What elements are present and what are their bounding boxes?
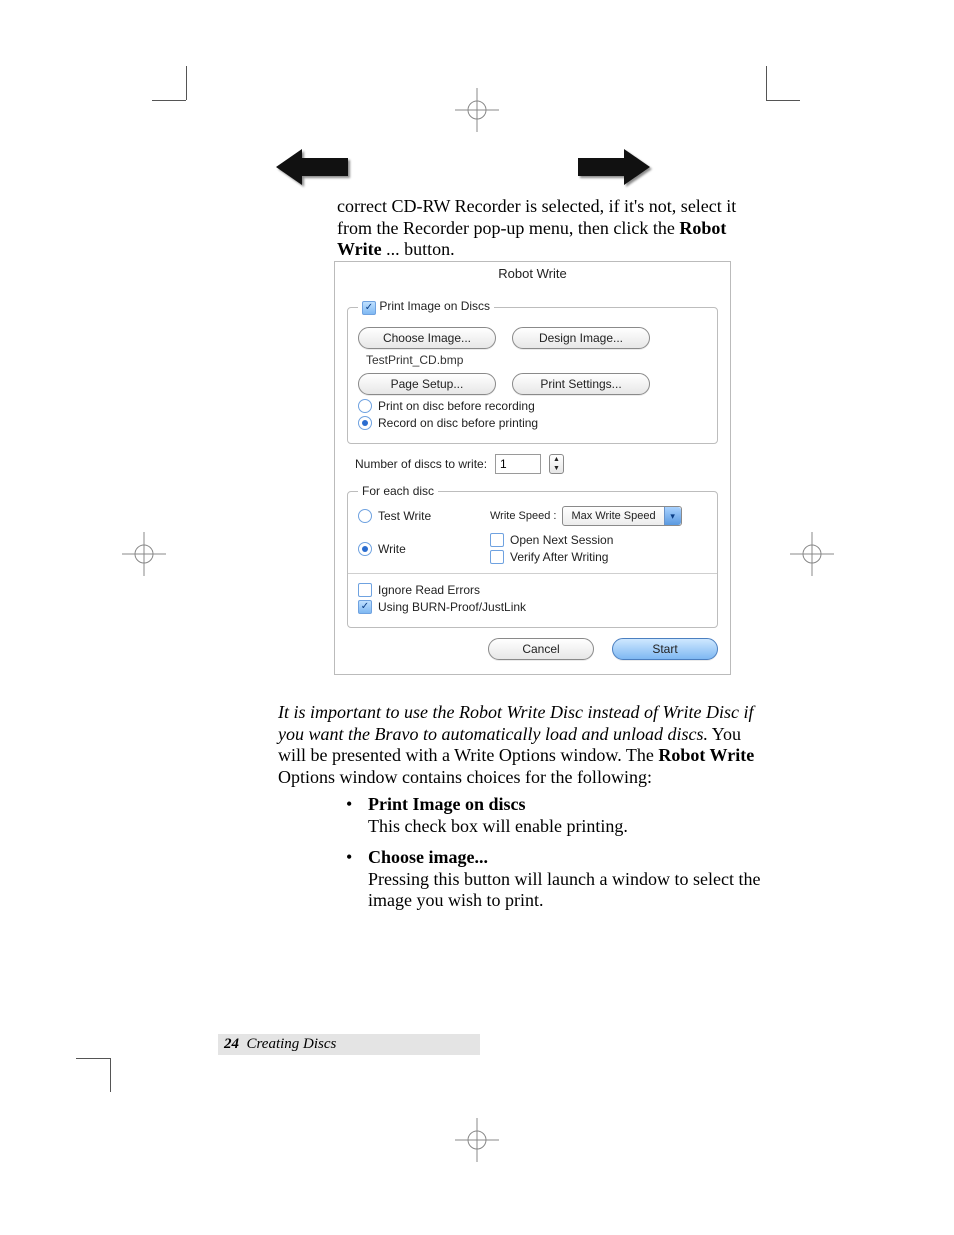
note-italic: It is important to use the Robot Write D…: [278, 702, 753, 744]
verify-after-checkbox[interactable]: Verify After Writing: [490, 550, 707, 564]
crop-mark-left-icon: [122, 532, 166, 576]
option-title: Choose image...: [368, 847, 488, 867]
list-item: Choose image... Pressing this button wil…: [338, 847, 762, 912]
option-body: Pressing this button will launch a windo…: [368, 869, 760, 911]
open-next-label: Open Next Session: [510, 533, 613, 547]
each-disc-group: For each disc Test Write Write Speed : M…: [347, 484, 718, 628]
intro-paragraph: correct CD-RW Recorder is selected, if i…: [337, 196, 762, 261]
note-paragraph: It is important to use the Robot Write D…: [278, 702, 764, 788]
checkbox-icon: [358, 600, 372, 614]
intro-post: ... button.: [382, 239, 455, 259]
option-body: This check box will enable printing.: [368, 816, 628, 836]
dialog-title: Robot Write: [335, 262, 730, 287]
test-write-label: Test Write: [378, 509, 431, 523]
write-speed-select[interactable]: Max Write Speed ▾: [562, 506, 681, 526]
crop-mark-right-icon: [790, 532, 834, 576]
option-title: Print Image on discs: [368, 794, 526, 814]
next-page-arrow-icon[interactable]: [578, 145, 650, 189]
write-speed-value: Max Write Speed: [563, 510, 663, 522]
print-image-legend-text: Print Image on Discs: [379, 299, 490, 313]
radio-icon: [358, 399, 372, 413]
print-image-legend: Print Image on Discs: [358, 299, 494, 315]
cancel-button[interactable]: Cancel: [488, 638, 594, 660]
prev-page-arrow-icon[interactable]: [276, 145, 348, 189]
note-rest2: Options window contains choices for the …: [278, 767, 652, 787]
robot-write-dialog: Robot Write Print Image on Discs Choose …: [334, 261, 731, 675]
print-first-radio[interactable]: Print on disc before recording: [358, 399, 707, 413]
radio-icon: [358, 416, 372, 430]
record-first-label: Record on disc before printing: [378, 416, 538, 430]
page-setup-button[interactable]: Page Setup...: [358, 373, 496, 395]
write-radio[interactable]: Write: [358, 542, 478, 556]
page-number: 24: [224, 1036, 239, 1052]
write-label: Write: [378, 542, 406, 556]
chevron-updown-icon: ▾: [664, 507, 681, 525]
ignore-read-errors-checkbox[interactable]: Ignore Read Errors: [358, 583, 707, 597]
num-discs-stepper[interactable]: ▲▼: [549, 454, 564, 474]
print-settings-button[interactable]: Print Settings...: [512, 373, 650, 395]
checkbox-icon: [358, 583, 372, 597]
each-disc-legend: For each disc: [358, 484, 438, 498]
ignore-errors-label: Ignore Read Errors: [378, 583, 480, 597]
start-button[interactable]: Start: [612, 638, 718, 660]
crop-mark-top-icon: [455, 88, 499, 132]
intro-text: correct CD-RW Recorder is selected, if i…: [337, 196, 736, 238]
stepper-up-icon: ▲: [550, 455, 563, 464]
list-item: Print Image on discs This check box will…: [338, 794, 762, 837]
radio-icon: [358, 509, 372, 523]
crop-mark-bottom-icon: [455, 1118, 499, 1162]
section-title: Creating Discs: [247, 1036, 337, 1052]
record-first-radio[interactable]: Record on disc before printing: [358, 416, 707, 430]
test-write-radio[interactable]: Test Write: [358, 509, 478, 523]
stepper-down-icon: ▼: [550, 464, 563, 473]
checkbox-icon: [490, 550, 504, 564]
checkbox-icon: [490, 533, 504, 547]
page-footer: 24 Creating Discs: [218, 1034, 480, 1055]
burn-proof-checkbox[interactable]: Using BURN-Proof/JustLink: [358, 600, 707, 614]
radio-icon: [358, 542, 372, 556]
num-discs-label: Number of discs to write:: [355, 457, 487, 471]
print-image-checkbox[interactable]: [362, 301, 376, 315]
design-image-button[interactable]: Design Image...: [512, 327, 650, 349]
print-first-label: Print on disc before recording: [378, 399, 535, 413]
image-filename: TestPrint_CD.bmp: [366, 353, 707, 367]
choose-image-button[interactable]: Choose Image...: [358, 327, 496, 349]
verify-after-label: Verify After Writing: [510, 550, 608, 564]
burn-proof-label: Using BURN-Proof/JustLink: [378, 600, 526, 614]
print-image-group: Print Image on Discs Choose Image... Des…: [347, 299, 718, 444]
note-bold: Robot Write: [658, 745, 754, 765]
options-list: Print Image on discs This check box will…: [338, 794, 762, 922]
num-discs-input[interactable]: [495, 454, 541, 474]
write-speed-label: Write Speed :: [490, 510, 556, 522]
open-next-session-checkbox[interactable]: Open Next Session: [490, 533, 707, 547]
